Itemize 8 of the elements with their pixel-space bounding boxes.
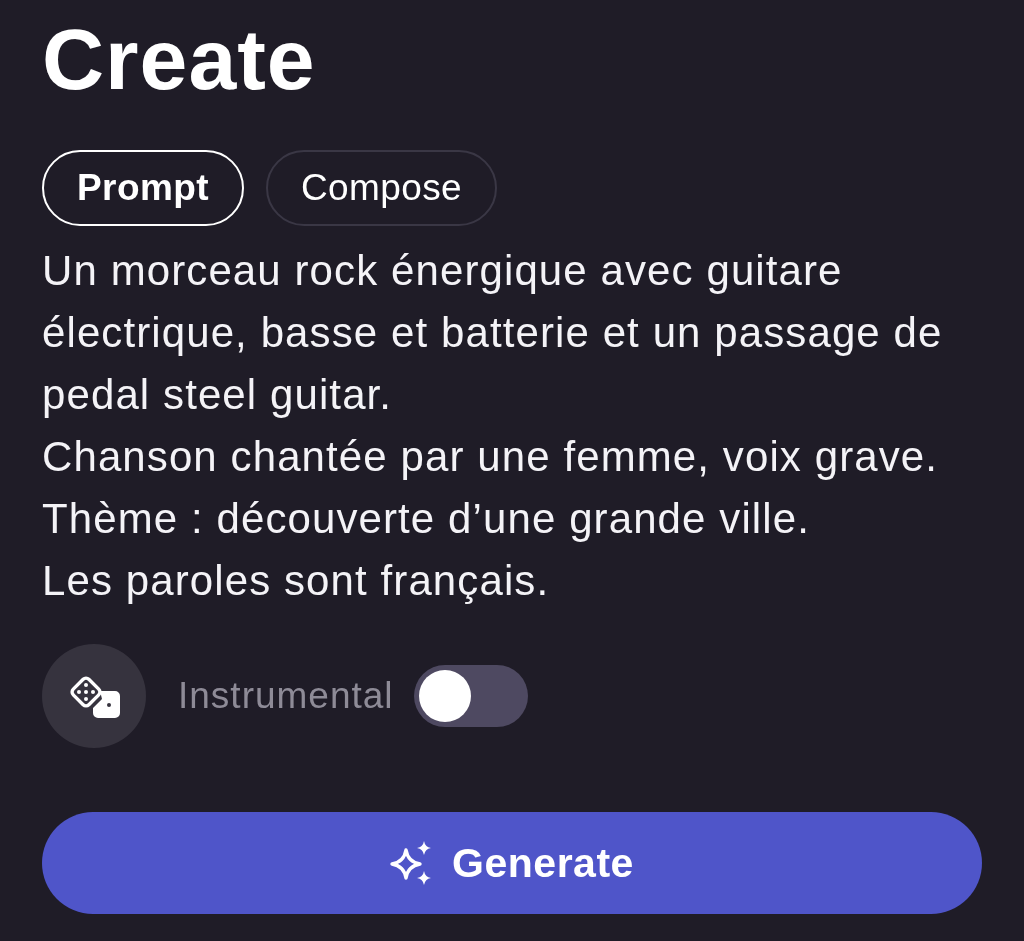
toggle-thumb [418, 670, 471, 722]
page-title: Create [42, 16, 316, 102]
dice-icon [67, 673, 121, 719]
instrumental-label: Instrumental [178, 675, 394, 717]
prompt-text[interactable]: Un morceau rock énergique avec guitare électrique, basse et batterie et un passage de pedal steel guitar. Chanson chantée par une femme, voix grave. Thème : découverte d’une grande ville. Les paroles sont français. [42, 240, 943, 612]
mode-tab[interactable]: Prompt [42, 150, 244, 226]
mode-tab[interactable]: Compose [265, 150, 498, 226]
generate-button[interactable]: Generate [42, 812, 982, 914]
